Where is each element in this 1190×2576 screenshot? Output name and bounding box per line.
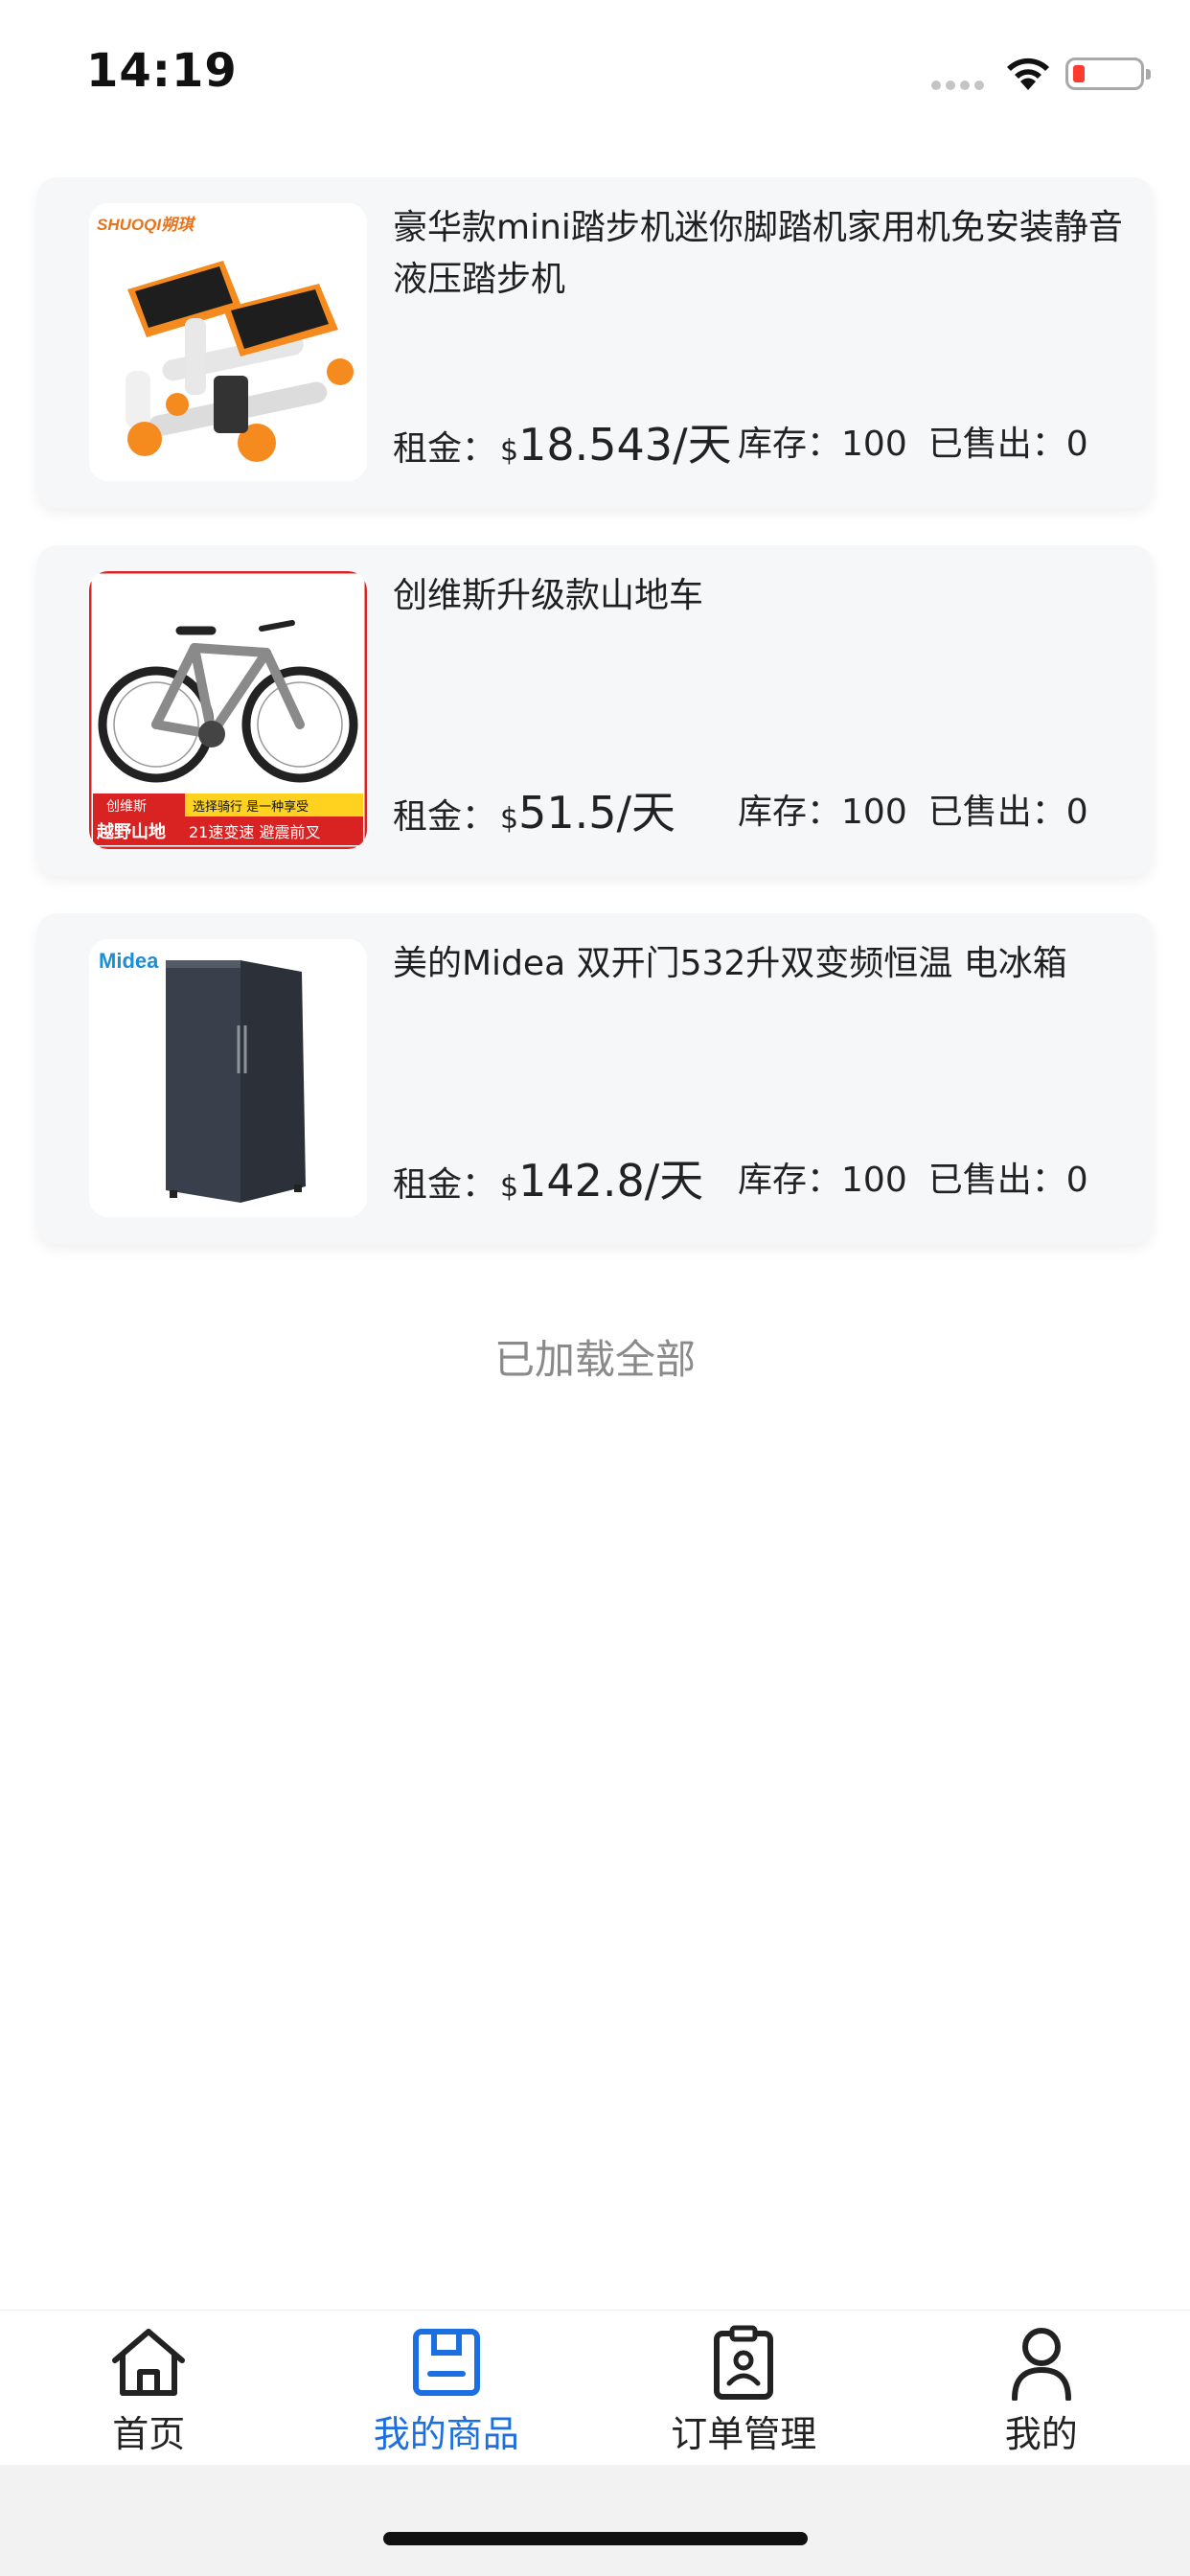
status-time: 14:19 bbox=[86, 44, 238, 98]
sold-label: 已售出： bbox=[927, 1161, 1066, 1200]
bottom-tab-bar: 首页 我的商品 订单管理 我的 bbox=[0, 2310, 1190, 2465]
image-caption-2: 选择骑行 是一种享受 bbox=[193, 799, 309, 815]
currency-symbol: $ bbox=[500, 434, 519, 468]
price-value: 18.543/天 bbox=[518, 419, 732, 471]
rent-label: 租金： bbox=[393, 1165, 497, 1205]
home-indicator-area bbox=[0, 2465, 1190, 2576]
product-card[interactable]: SHUOQI朔琪 豪华款mini踏步机迷你脚踏机家用机免安装静音液压踏步机 租金… bbox=[36, 177, 1154, 508]
sold-label: 已售出： bbox=[927, 425, 1066, 464]
currency-symbol: $ bbox=[500, 802, 519, 836]
stock-value: 100 bbox=[841, 425, 907, 464]
product-image-stepper: SHUOQI朔琪 bbox=[89, 203, 367, 481]
sold-label: 已售出： bbox=[927, 793, 1066, 832]
image-brand-text: SHUOQI朔琪 bbox=[97, 216, 196, 234]
tab-orders[interactable]: 订单管理 bbox=[595, 2311, 893, 2465]
stock-value: 100 bbox=[841, 1161, 907, 1200]
product-image-bike: 创维斯 选择骑行 是一种享受 越野山地 21速变速 避震前叉 bbox=[89, 571, 367, 849]
image-caption-1: 越野山地 bbox=[96, 821, 166, 842]
sold-value: 0 bbox=[1065, 425, 1088, 464]
price-value: 142.8/天 bbox=[518, 1155, 704, 1207]
stock-sold: 库存： 100 已售出： 0 bbox=[738, 1153, 1088, 1208]
stock-value: 100 bbox=[841, 793, 907, 832]
product-name: 美的Midea 双开门532升双变频恒温 电冰箱 bbox=[393, 944, 1067, 983]
product-list: SHUOQI朔琪 豪华款mini踏步机迷你脚踏机家用机免安装静音液压踏步机 租金… bbox=[36, 177, 1154, 1281]
tab-home[interactable]: 首页 bbox=[0, 2311, 298, 2465]
home-indicator[interactable] bbox=[383, 2532, 808, 2545]
tab-me[interactable]: 我的 bbox=[893, 2311, 1190, 2465]
tab-home-label: 首页 bbox=[112, 2413, 186, 2455]
tab-my-products-label: 我的商品 bbox=[373, 2413, 519, 2455]
rent-label: 租金： bbox=[393, 797, 497, 837]
currency-symbol: $ bbox=[500, 1170, 519, 1204]
sold-value: 0 bbox=[1065, 1161, 1088, 1200]
battery-icon bbox=[1065, 58, 1151, 90]
image-badge: 创维斯 bbox=[106, 799, 147, 815]
image-caption-3: 21速变速 避震前叉 bbox=[189, 823, 320, 841]
product-name: 创维斯升级款山地车 bbox=[393, 576, 704, 615]
rent-price: 租金： $ 51.5/天 bbox=[393, 785, 675, 840]
status-bar: 14:19 bbox=[0, 0, 1190, 144]
sold-value: 0 bbox=[1065, 793, 1088, 832]
user-icon bbox=[1011, 2328, 1071, 2401]
list-end-text: 已加载全部 bbox=[493, 1336, 696, 1383]
product-card[interactable]: 创维斯 选择骑行 是一种享受 越野山地 21速变速 避震前叉 创维斯升级款山地车… bbox=[36, 545, 1154, 876]
product-card[interactable]: Midea 美的Midea 双开门532升双变频恒温 电冰箱 租金： $ 142… bbox=[36, 913, 1154, 1244]
stock-sold: 库存： 100 已售出： 0 bbox=[738, 785, 1088, 840]
tab-my-products[interactable]: 我的商品 bbox=[298, 2311, 596, 2465]
stock-label: 库存： bbox=[738, 425, 842, 464]
image-brand-text: Midea bbox=[99, 949, 159, 973]
rent-label: 租金： bbox=[393, 429, 497, 469]
rent-price: 租金： $ 18.543/天 bbox=[393, 417, 732, 472]
stock-label: 库存： bbox=[738, 1161, 842, 1200]
tab-me-label: 我的 bbox=[1004, 2413, 1078, 2455]
product-name: 豪华款mini踏步机迷你脚踏机家用机免安装静音液压踏步机 bbox=[393, 208, 1123, 299]
stock-label: 库存： bbox=[738, 793, 842, 832]
product-icon bbox=[412, 2329, 480, 2396]
tab-orders-label: 订单管理 bbox=[671, 2413, 817, 2455]
price-value: 51.5/天 bbox=[518, 787, 676, 839]
rent-price: 租金： $ 142.8/天 bbox=[393, 1153, 703, 1208]
wifi-icon bbox=[1007, 58, 1049, 90]
cellular-signal-icon bbox=[931, 80, 985, 92]
home-icon bbox=[112, 2329, 186, 2396]
product-image-fridge: Midea bbox=[89, 939, 367, 1217]
stock-sold: 库存： 100 已售出： 0 bbox=[738, 417, 1088, 472]
order-icon bbox=[714, 2325, 774, 2400]
